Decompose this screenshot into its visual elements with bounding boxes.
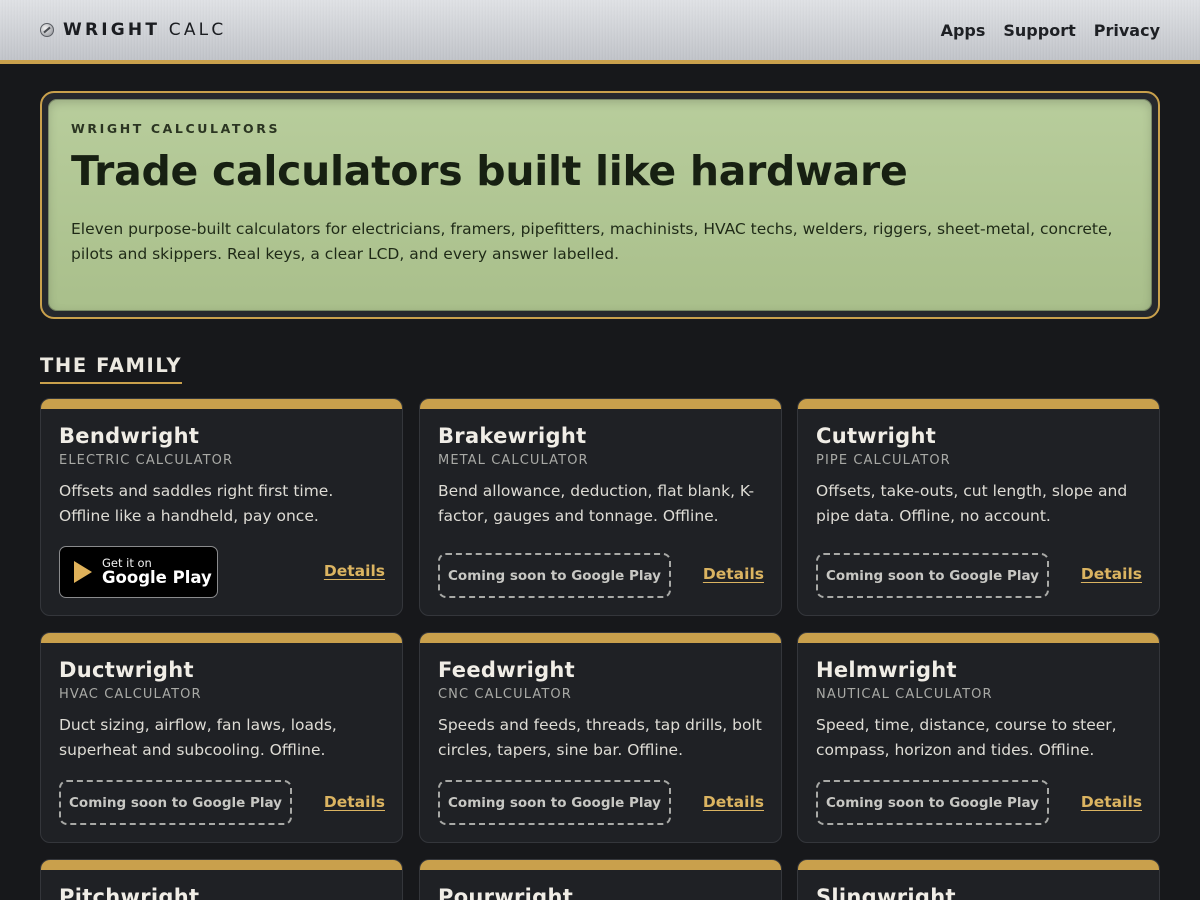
- card-title: Helmwright: [816, 658, 957, 682]
- google-play-badge[interactable]: Get it on Google Play: [59, 546, 218, 598]
- card-title: Bendwright: [59, 424, 200, 448]
- hero-kicker: WRIGHT CALCULATORS: [71, 121, 281, 136]
- app-card-slingwright: Slingwright: [797, 859, 1160, 900]
- brand[interactable]: WRIGHT CALC: [40, 18, 226, 42]
- coming-soon-badge: Coming soon to Google Play: [816, 780, 1049, 825]
- details-link[interactable]: Details: [324, 562, 385, 580]
- main-nav: Apps Support Privacy: [941, 18, 1160, 42]
- google-play-big: Google Play: [102, 568, 212, 588]
- screw-head-icon: [40, 23, 54, 37]
- brand-light: CALC: [168, 20, 227, 40]
- card-title: Cutwright: [816, 424, 937, 448]
- top-bar: WRIGHT CALC Apps Support Privacy: [0, 0, 1200, 64]
- card-subtitle: CNC CALCULATOR: [438, 687, 572, 702]
- app-card-feedwright: Feedwright CNC CALCULATOR Speeds and fee…: [419, 632, 782, 843]
- card-title: Feedwright: [438, 658, 575, 682]
- card-subtitle: METAL CALCULATOR: [438, 453, 589, 468]
- coming-soon-badge: Coming soon to Google Play: [816, 553, 1049, 598]
- coming-soon-badge: Coming soon to Google Play: [59, 780, 292, 825]
- nav-support[interactable]: Support: [1003, 21, 1075, 40]
- section-title: THE FAMILY: [40, 354, 183, 384]
- card-description: Offsets, take-outs, cut length, slope an…: [816, 482, 1128, 525]
- nav-apps[interactable]: Apps: [941, 21, 986, 40]
- play-triangle-icon: [74, 561, 92, 583]
- card-title: Pitchwright: [59, 885, 200, 900]
- hero-title: Trade calculators built like hardware: [71, 147, 908, 195]
- app-card-bendwright: Bendwright ELECTRIC CALCULATOR Offsets a…: [40, 398, 403, 616]
- hero-lcd-panel: WRIGHT CALCULATORS Trade calculators bui…: [48, 99, 1152, 311]
- card-description: Speeds and feeds, threads, tap drills, b…: [438, 716, 762, 759]
- coming-soon-badge: Coming soon to Google Play: [438, 780, 671, 825]
- card-description: Offsets and saddles right first time. Of…: [59, 482, 334, 525]
- nav-privacy[interactable]: Privacy: [1094, 21, 1160, 40]
- card-description: Bend allowance, deduction, flat blank, K…: [438, 482, 755, 525]
- details-link[interactable]: Details: [1081, 565, 1142, 583]
- brand-wordmark: WRIGHT CALC: [63, 20, 226, 40]
- card-title: Brakewright: [438, 424, 587, 448]
- card-subtitle: PIPE CALCULATOR: [816, 453, 951, 468]
- details-link[interactable]: Details: [324, 793, 385, 811]
- app-card-pourwright: Pourwright: [419, 859, 782, 900]
- card-description: Speed, time, distance, course to steer, …: [816, 716, 1117, 759]
- google-play-text: Get it on Google Play: [102, 556, 212, 588]
- card-title: Slingwright: [816, 885, 956, 900]
- details-link[interactable]: Details: [703, 565, 764, 583]
- coming-soon-badge: Coming soon to Google Play: [438, 553, 671, 598]
- card-title: Ductwright: [59, 658, 194, 682]
- card-subtitle: ELECTRIC CALCULATOR: [59, 453, 234, 468]
- app-card-ductwright: Ductwright HVAC CALCULATOR Duct sizing, …: [40, 632, 403, 843]
- card-subtitle: HVAC CALCULATOR: [59, 687, 202, 702]
- brand-bold: WRIGHT: [63, 20, 161, 40]
- app-card-cutwright: Cutwright PIPE CALCULATOR Offsets, take-…: [797, 398, 1160, 616]
- hero-frame: WRIGHT CALCULATORS Trade calculators bui…: [40, 91, 1160, 319]
- card-title: Pourwright: [438, 885, 574, 900]
- app-card-pitchwright: Pitchwright: [40, 859, 403, 900]
- details-link[interactable]: Details: [1081, 793, 1142, 811]
- hero-description: Eleven purpose-built calculators for ele…: [71, 220, 1113, 264]
- card-subtitle: NAUTICAL CALCULATOR: [816, 687, 993, 702]
- app-card-helmwright: Helmwright NAUTICAL CALCULATOR Speed, ti…: [797, 632, 1160, 843]
- details-link[interactable]: Details: [703, 793, 764, 811]
- app-card-brakewright: Brakewright METAL CALCULATOR Bend allowa…: [419, 398, 782, 616]
- card-description: Duct sizing, airflow, fan laws, loads, s…: [59, 716, 337, 759]
